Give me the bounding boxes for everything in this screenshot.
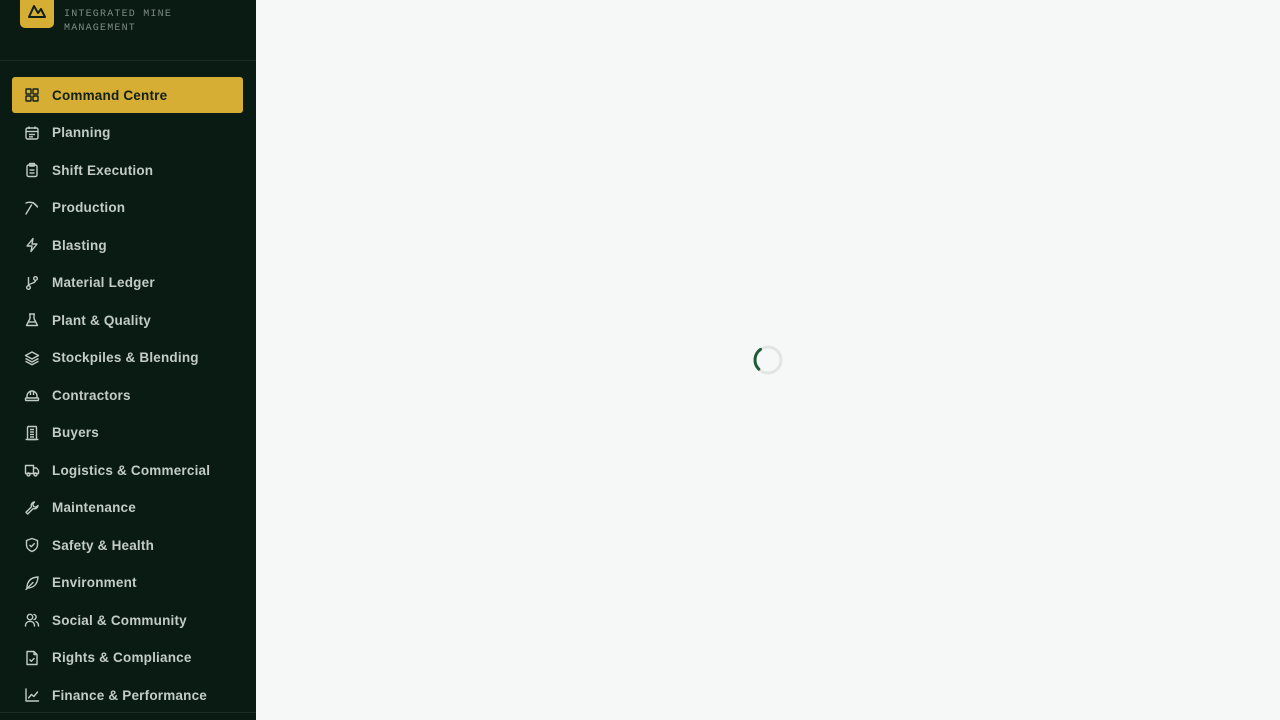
sidebar-item-label: Buyers xyxy=(52,425,99,440)
sidebar-item-label: Safety & Health xyxy=(52,537,155,553)
sidebar-item-safety-health[interactable]: Safety & Health xyxy=(12,527,243,563)
sidebar-item-label: Plant & Quality xyxy=(52,312,152,328)
lightning-icon xyxy=(24,237,40,253)
sidebar-item-environment[interactable]: Environment xyxy=(12,565,243,601)
wrench-icon xyxy=(24,500,40,516)
hard-hat-icon xyxy=(24,387,40,403)
sidebar-item-finance-performance[interactable]: Finance & Performance xyxy=(12,677,243,713)
sidebar-item-label: Production xyxy=(52,200,126,215)
flask-icon xyxy=(24,312,40,328)
users-icon xyxy=(24,612,40,628)
sidebar-item-social-community[interactable]: Social & Community xyxy=(12,602,243,638)
sidebar-item-label: Maintenance xyxy=(52,500,136,515)
sidebar-item-blasting[interactable]: Blasting xyxy=(12,227,243,263)
sidebar-footer-divider xyxy=(0,712,256,713)
sidebar-item-buyers[interactable]: Buyers xyxy=(12,415,243,451)
sidebar-item-label: Social & Community xyxy=(52,612,187,628)
sidebar: INTEGRATED MINE MANAGEMENT Command Centr… xyxy=(0,0,256,720)
dashboard-icon xyxy=(24,87,40,103)
sidebar-item-label: Environment xyxy=(52,575,137,590)
sidebar-item-maintenance[interactable]: Maintenance xyxy=(12,490,243,526)
sidebar-item-rights-compliance[interactable]: Rights & Compliance xyxy=(12,640,243,676)
sidebar-item-label: Rights & Compliance xyxy=(52,650,192,665)
sidebar-item-production[interactable]: Production xyxy=(12,190,243,226)
sidebar-item-label: Logistics & Commercial xyxy=(52,462,211,478)
sidebar-item-label: Finance & Performance xyxy=(52,687,208,703)
sidebar-item-shift-execution[interactable]: Shift Execution xyxy=(12,152,243,188)
sidebar-item-label: Planning xyxy=(52,125,111,140)
mountain-icon[interactable] xyxy=(20,0,54,28)
truck-icon xyxy=(24,462,40,478)
brand-tagline: INTEGRATED MINE MANAGEMENT xyxy=(64,9,173,34)
layers-icon xyxy=(24,350,40,366)
sidebar-item-contractors[interactable]: Contractors xyxy=(12,377,243,413)
calendar-icon xyxy=(24,125,40,141)
sidebar-item-label: Material Ledger xyxy=(52,275,155,290)
file-check-icon xyxy=(24,650,40,666)
sidebar-item-command-centre[interactable]: Command Centre xyxy=(12,77,243,113)
brand-header: INTEGRATED MINE MANAGEMENT xyxy=(0,0,256,61)
sidebar-item-label: Stockpiles & Blending xyxy=(52,350,199,365)
sidebar-item-label: Contractors xyxy=(52,387,131,403)
sidebar-item-planning[interactable]: Planning xyxy=(12,115,243,151)
shield-check-icon xyxy=(24,537,40,553)
sidebar-nav: Command Centre Planning Shift Execution … xyxy=(12,77,243,715)
building-icon xyxy=(24,425,40,441)
sidebar-item-label: Blasting xyxy=(52,237,107,253)
sidebar-item-label: Command Centre xyxy=(52,87,168,103)
sidebar-item-stockpiles-blending[interactable]: Stockpiles & Blending xyxy=(12,340,243,376)
pickaxe-icon xyxy=(24,200,40,216)
leaf-icon xyxy=(24,575,40,591)
sidebar-item-logistics-commercial[interactable]: Logistics & Commercial xyxy=(12,452,243,488)
sidebar-item-plant-quality[interactable]: Plant & Quality xyxy=(12,302,243,338)
line-chart-icon xyxy=(24,687,40,703)
sidebar-item-material-ledger[interactable]: Material Ledger xyxy=(12,265,243,301)
main-content xyxy=(256,0,1280,720)
loading-spinner-icon xyxy=(752,344,784,376)
sidebar-item-label: Shift Execution xyxy=(52,162,154,178)
git-branch-icon xyxy=(24,275,40,291)
clipboard-icon xyxy=(24,162,40,178)
